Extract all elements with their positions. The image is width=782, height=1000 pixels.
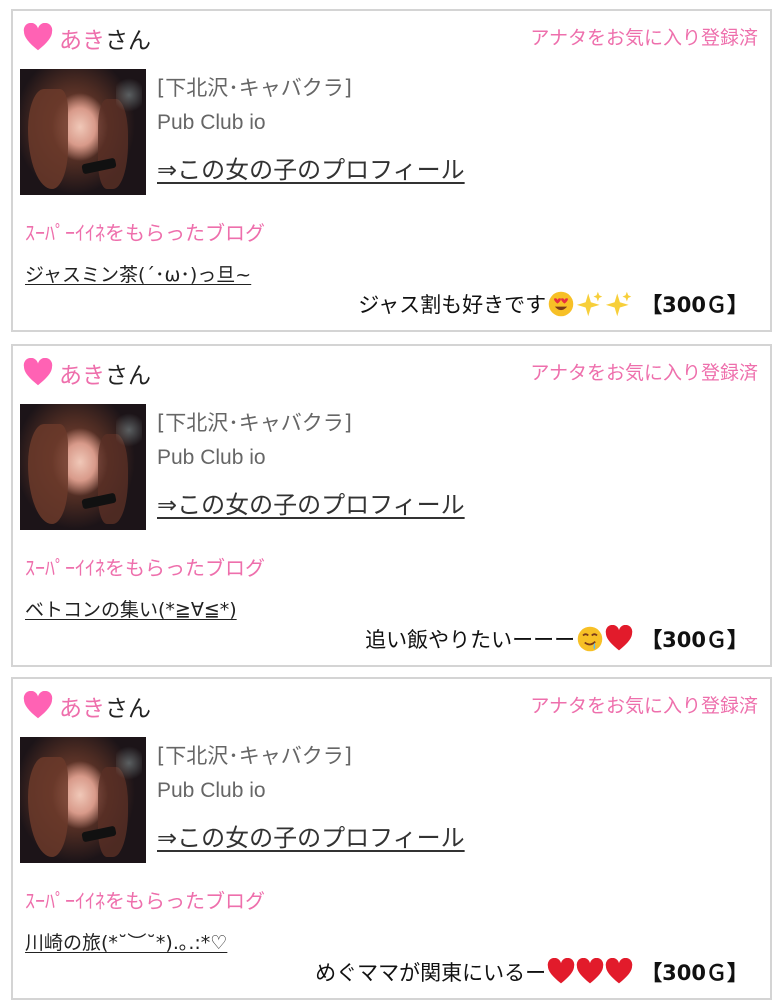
super-like-blog-label: ｽｰﾊﾟｰｲｲﾈをもらったブログ [25,889,265,913]
blog-title-link[interactable]: ジャスミン茶(´･ω･)っ旦~ [25,260,251,287]
favorite-card: あき さん アナタをお気に入り登録済 [下北沢･キャバクラ] Pub Club i… [11,344,772,667]
profile-photo[interactable] [20,737,146,863]
heart-icon [23,358,53,386]
heart-icon [23,691,53,719]
shop-info: [下北沢･キャバクラ] Pub Club io ⇒この女の子のプロフィール [157,408,465,520]
comment-text: 追い飯やりたいーーー [365,628,576,652]
card-header: あき さん [23,689,151,723]
club-name: Pub Club io [157,111,266,134]
red-heart-icon [605,958,633,984]
profile-photo[interactable] [20,69,146,195]
comment-row: めぐママが関東にいるー 【300Ｇ】 [315,957,748,987]
heart-icon [23,23,53,51]
honorific: さん [105,363,151,389]
sparkles-icon [606,291,632,317]
comment-text: めぐママが関東にいるー [315,961,547,985]
profile-link[interactable]: ⇒この女の子のプロフィール [157,150,465,185]
favorite-status: アナタをお気に入り登録済 [530,27,758,49]
girl-name[interactable]: あき [59,21,105,55]
profile-photo[interactable] [20,404,146,530]
honorific: さん [105,28,151,54]
favorite-card: あき さん アナタをお気に入り登録済 [下北沢･キャバクラ] Pub Club i… [11,677,772,1000]
super-like-blog-label: ｽｰﾊﾟｰｲｲﾈをもらったブログ [25,221,265,245]
area-label: [下北沢･キャバクラ] [157,76,352,100]
profile-link[interactable]: ⇒この女の子のプロフィール [157,818,465,853]
favorite-status: アナタをお気に入り登録済 [530,695,758,717]
price-tag: 【300Ｇ】 [641,961,748,985]
drooling-face-icon [577,626,603,652]
girl-name[interactable]: あき [59,689,105,723]
price-tag: 【300Ｇ】 [641,293,748,317]
comment-text: ジャス割も好きです [358,293,547,317]
favorite-card: あき さん アナタをお気に入り登録済 [下北沢･キャバクラ] Pub Club i… [11,9,772,332]
girl-name[interactable]: あき [59,356,105,390]
comment-row: 追い飯やりたいーーー 【300Ｇ】 [365,624,748,654]
honorific: さん [105,696,151,722]
super-like-blog-label: ｽｰﾊﾟｰｲｲﾈをもらったブログ [25,556,265,580]
red-heart-icon [576,958,604,984]
blog-title-link[interactable]: ベトコンの集い(*≧∀≦*) [25,595,237,622]
price-tag: 【300Ｇ】 [641,628,748,652]
area-label: [下北沢･キャバクラ] [157,411,352,435]
club-name: Pub Club io [157,779,266,802]
card-header: あき さん [23,356,151,390]
sparkles-icon [577,291,603,317]
card-header: あき さん [23,21,151,55]
area-label: [下北沢･キャバクラ] [157,744,352,768]
club-name: Pub Club io [157,446,266,469]
red-heart-icon [547,958,575,984]
shop-info: [下北沢･キャバクラ] Pub Club io ⇒この女の子のプロフィール [157,73,465,185]
red-heart-icon [605,625,633,651]
profile-link[interactable]: ⇒この女の子のプロフィール [157,485,465,520]
blog-title-link[interactable]: 川崎の旅(*˘︶˘*).｡.:*♡ [25,928,227,955]
favorite-status: アナタをお気に入り登録済 [530,362,758,384]
heart-eyes-icon [548,291,574,317]
shop-info: [下北沢･キャバクラ] Pub Club io ⇒この女の子のプロフィール [157,741,465,853]
comment-row: ジャス割も好きです 【300Ｇ】 [358,289,748,319]
